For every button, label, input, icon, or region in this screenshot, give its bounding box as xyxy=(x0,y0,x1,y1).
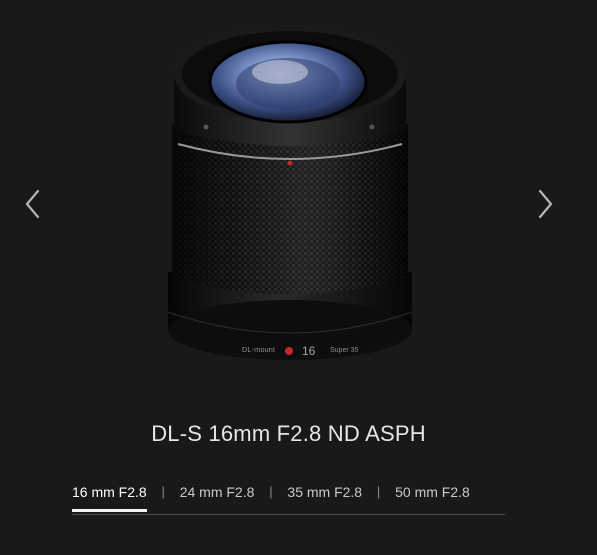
next-button[interactable] xyxy=(530,186,560,222)
tab-separator: | xyxy=(269,484,273,499)
focal-length-tabs: 16 mm F2.8 | 24 mm F2.8 | 35 mm F2.8 | 5… xyxy=(72,480,505,515)
product-viewer: DL-mount 16 Super 35 DL-S 16mm F2.8 ND A… xyxy=(0,0,597,555)
lens-image: DL-mount 16 Super 35 xyxy=(160,12,420,382)
chevron-right-icon xyxy=(538,189,553,219)
tab-16mm[interactable]: 16 mm F2.8 xyxy=(72,480,147,512)
lens-mount-marking: DL-mount xyxy=(242,345,276,354)
lens-focal-marking: 16 xyxy=(302,344,316,358)
tab-35mm[interactable]: 35 mm F2.8 xyxy=(287,480,362,504)
lens-sensor-marking: Super 35 xyxy=(330,347,359,354)
tab-separator: | xyxy=(376,484,381,499)
mount-index-dot xyxy=(285,347,293,355)
tab-50mm[interactable]: 50 mm F2.8 xyxy=(395,480,470,504)
prev-button[interactable] xyxy=(18,186,48,222)
product-title: DL-S 16mm F2.8 ND ASPH xyxy=(151,421,426,446)
chevron-left-icon xyxy=(25,189,40,219)
tab-24mm[interactable]: 24 mm F2.8 xyxy=(180,480,255,504)
tab-separator: | xyxy=(161,484,165,499)
